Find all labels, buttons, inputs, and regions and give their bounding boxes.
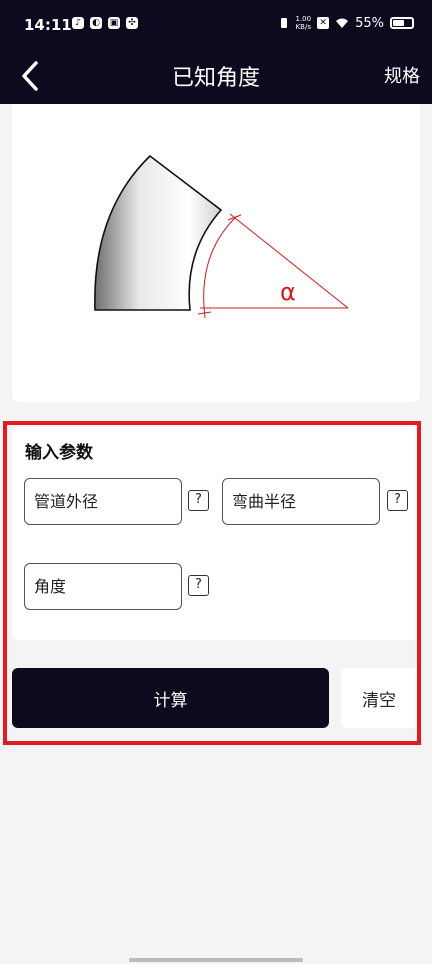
app-icon-2: ▣ (108, 17, 120, 29)
bend-radius-help-button[interactable]: ? (387, 490, 408, 511)
wifi-icon (336, 18, 349, 28)
angle-input[interactable] (24, 563, 182, 610)
status-right: 1.00 KB/s ✕ 55% (278, 15, 414, 31)
spec-button[interactable]: 规格 (384, 62, 420, 88)
outer-diameter-help-button[interactable]: ? (188, 490, 209, 511)
status-bar: 14:11 ♪ ◐ ▣ ✣ 1.00 KB/s ✕ 55% (0, 0, 432, 52)
angle-help-button[interactable]: ? (188, 575, 209, 596)
outer-diameter-input[interactable] (24, 478, 182, 525)
params-card: 输入参数 ? ? ? (12, 428, 417, 640)
arc-tick-top (227, 214, 242, 221)
tiktok-icon: ♪ (72, 17, 84, 29)
network-speed: 1.00 KB/s (296, 15, 312, 31)
home-indicator[interactable] (129, 958, 303, 962)
status-time: 14:11 (24, 16, 72, 34)
angle-symbol: α (280, 278, 296, 306)
top-bar: 14:11 ♪ ◐ ▣ ✣ 1.00 KB/s ✕ 55% 已知角度 规格 (0, 0, 432, 104)
params-title: 输入参数 (25, 443, 93, 463)
nav-bar: 已知角度 规格 (0, 52, 432, 100)
notification-icons: ♪ ◐ ▣ ✣ (72, 17, 138, 29)
clear-button[interactable]: 清空 (341, 668, 417, 728)
calculate-button[interactable]: 计算 (12, 668, 329, 728)
no-sim-icon: ✕ (317, 17, 330, 29)
pipe-elbow-shape (94, 154, 223, 311)
elbow-diagram: α (94, 154, 349, 319)
bend-radius-input[interactable] (222, 478, 380, 525)
diagram-card: α (12, 104, 420, 402)
app-icon-3: ✣ (126, 17, 138, 29)
battery-icon (390, 17, 414, 29)
app-root: 14:11 ♪ ◐ ▣ ✣ 1.00 KB/s ✕ 55% 已知角度 规格 α … (0, 0, 432, 964)
angle-arc (203, 215, 238, 319)
page-title: 已知角度 (171, 66, 260, 91)
vibrate-icon (280, 18, 287, 28)
network-speed-value: 1.00 (295, 15, 312, 23)
network-speed-unit: KB/s (295, 23, 311, 31)
app-icon: ◐ (90, 17, 102, 29)
battery-text: 55% (355, 15, 384, 31)
